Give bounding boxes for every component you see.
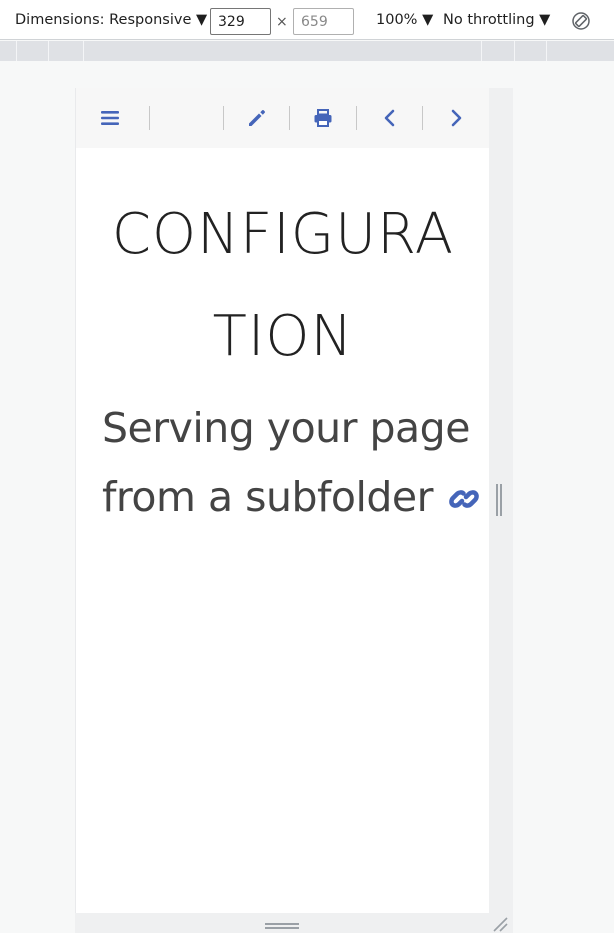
page-topbar [76,88,490,148]
toolbar-divider [422,106,423,130]
anchor-link-icon[interactable] [448,483,480,515]
corner-resize-grip-icon[interactable] [492,916,508,932]
menu-icon[interactable] [100,108,120,128]
toolbar-divider [149,106,150,130]
section-heading-line: Serving your page [102,404,470,452]
section-heading: Serving your page from a subfolder [102,394,490,532]
vertical-resize-grip-icon[interactable] [495,484,503,516]
chevron-right-icon[interactable] [446,108,466,128]
throttling-dropdown[interactable]: No throttling ▼ [443,12,550,28]
edit-icon[interactable] [247,108,267,128]
print-icon[interactable] [313,108,333,128]
page-title-line: CONFIGURA [111,202,455,267]
toolbar-divider [289,106,290,130]
times-separator: × [276,14,288,30]
page-title: CONFIGURA TION [76,184,490,388]
width-input[interactable] [210,8,271,35]
rotate-icon[interactable] [571,11,591,31]
media-query-ruler[interactable] [0,41,614,61]
section-heading-line: from a subfolder [102,473,434,521]
toolbar-divider [356,106,357,130]
zoom-dropdown[interactable]: 100% ▼ [376,12,433,28]
devtools-device-toolbar: Dimensions: Responsive ▼ × 100% ▼ No thr… [0,0,614,40]
toolbar-divider [223,106,224,130]
chevron-left-icon[interactable] [380,108,400,128]
dimensions-dropdown[interactable]: Dimensions: Responsive ▼ [15,12,207,28]
height-input[interactable] [293,8,354,35]
horizontal-resize-grip-icon[interactable] [265,922,299,930]
page-title-line: TION [212,304,354,369]
device-viewport: CONFIGURA TION Serving your page from a … [75,88,490,913]
